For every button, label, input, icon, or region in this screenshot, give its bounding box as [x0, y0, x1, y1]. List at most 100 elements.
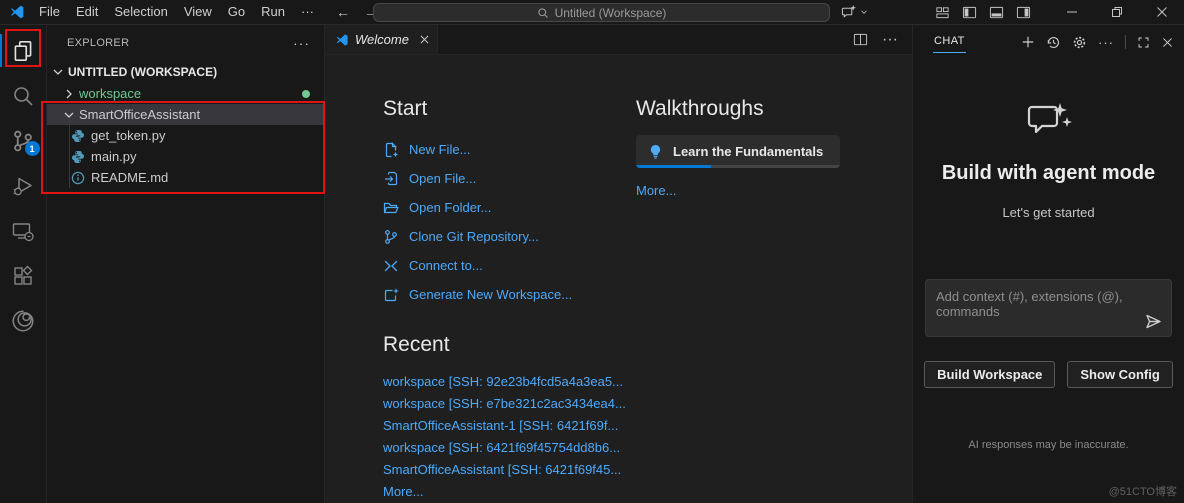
python-icon — [71, 129, 85, 143]
folder-smartofficeassistant[interactable]: SmartOfficeAssistant — [47, 104, 324, 125]
chat-tab[interactable]: CHAT — [933, 32, 966, 53]
lightbulb-icon — [649, 144, 662, 159]
recent-item[interactable]: SmartOfficeAssistant-1 [SSH: 6421f69f... — [383, 415, 636, 437]
search-placeholder: Untitled (Workspace) — [555, 6, 667, 20]
file-readme-md-label: README.md — [91, 170, 168, 185]
walkthrough-card-label: Learn the Fundamentals — [673, 144, 823, 159]
file-main-py-label: main.py — [91, 149, 137, 164]
file-readme-md[interactable]: README.md — [47, 167, 324, 188]
start-open-file[interactable]: Open File... — [383, 164, 636, 193]
start-new-file[interactable]: New File... — [383, 135, 636, 164]
remote-connect-icon — [383, 258, 399, 274]
menu-file[interactable]: File — [31, 0, 68, 24]
menu-selection[interactable]: Selection — [106, 0, 175, 24]
copilot-icon — [841, 4, 856, 19]
run-debug-icon — [11, 174, 35, 198]
menu-run[interactable]: Run — [253, 0, 293, 24]
watermark: @51CTO博客 — [1109, 483, 1177, 499]
new-chat-icon[interactable] — [1021, 35, 1035, 49]
chat-heading: Build with agent mode — [913, 162, 1184, 185]
indent-guide — [69, 167, 70, 188]
menu-go[interactable]: Go — [220, 0, 253, 24]
menu-overflow[interactable]: ··· — [293, 0, 322, 24]
folder-smartofficeassistant-label: SmartOfficeAssistant — [79, 107, 200, 122]
activity-extensions[interactable] — [0, 253, 47, 298]
activity-search[interactable] — [0, 73, 47, 118]
send-icon[interactable] — [1145, 314, 1162, 329]
git-branch-icon — [383, 229, 399, 245]
recent-more-link[interactable]: More... — [383, 481, 636, 503]
tab-welcome[interactable]: Welcome — [325, 25, 438, 54]
chat-disclaimer: AI responses may be inaccurate. — [913, 439, 1184, 451]
activity-run-debug[interactable] — [0, 163, 47, 208]
nav-back-icon[interactable]: ← — [336, 4, 350, 20]
toggle-primary-sidebar-icon[interactable] — [962, 5, 977, 20]
menu-view[interactable]: View — [176, 0, 220, 24]
search-icon — [537, 7, 549, 19]
chevron-down-icon — [50, 64, 66, 80]
folder-workspace[interactable]: workspace — [47, 83, 324, 104]
walkthroughs-more-link[interactable]: More... — [636, 183, 912, 198]
start-generate-workspace[interactable]: Generate New Workspace... — [383, 280, 636, 309]
file-main-py[interactable]: main.py — [47, 146, 324, 167]
close-panel-icon[interactable] — [1161, 36, 1174, 49]
chat-header: CHAT ··· — [913, 25, 1184, 59]
start-connect-to[interactable]: Connect to... — [383, 251, 636, 280]
customize-layout-icon[interactable] — [935, 5, 950, 20]
explorer-actions-more[interactable]: ··· — [293, 35, 310, 51]
close-window-button[interactable] — [1139, 0, 1184, 24]
gear-icon[interactable] — [1072, 35, 1087, 50]
activity-custom-extension[interactable] — [0, 298, 47, 343]
search-icon — [11, 84, 35, 108]
recent-item[interactable]: workspace [SSH: 92e23b4fcd5a4a3ea5... — [383, 371, 636, 393]
chat-panel: CHAT ··· — [912, 25, 1184, 503]
recent-item[interactable]: SmartOfficeAssistant [SSH: 6421f69f45... — [383, 459, 636, 481]
chat-input[interactable] — [926, 280, 1171, 336]
copilot-chat-icon — [1026, 101, 1072, 141]
vscode-logo-icon — [9, 4, 25, 20]
walkthrough-progress-fill — [636, 165, 711, 168]
activity-source-control[interactable]: 1 — [0, 118, 47, 163]
python-icon — [71, 150, 85, 164]
chevron-right-icon — [61, 86, 77, 102]
editor-actions-more[interactable]: ··· — [882, 31, 898, 49]
start-open-folder[interactable]: Open Folder... — [383, 193, 636, 222]
minimize-button[interactable] — [1049, 0, 1094, 24]
split-editor-icon[interactable] — [853, 32, 868, 47]
folder-workspace-label: workspace — [79, 86, 141, 101]
open-file-icon — [383, 171, 399, 187]
copilot-menu[interactable] — [841, 4, 869, 19]
recent-item[interactable]: workspace [SSH: 6421f69f45754dd8b6... — [383, 437, 636, 459]
toggle-panel-icon[interactable] — [989, 5, 1004, 20]
show-config-button[interactable]: Show Config — [1067, 361, 1172, 388]
activity-bar: 1 — [0, 25, 47, 503]
tab-bar: Welcome ··· — [325, 25, 912, 55]
command-center-search[interactable]: Untitled (Workspace) — [373, 3, 830, 22]
menu-edit[interactable]: Edit — [68, 0, 106, 24]
spiral-icon — [10, 308, 36, 334]
indent-guide — [69, 146, 70, 167]
start-new-file-label: New File... — [409, 142, 470, 157]
activity-explorer[interactable] — [0, 28, 47, 73]
start-open-file-label: Open File... — [409, 171, 476, 186]
tab-close-icon[interactable] — [420, 35, 429, 44]
start-clone-git[interactable]: Clone Git Repository... — [383, 222, 636, 251]
chat-more-icon[interactable]: ··· — [1098, 35, 1114, 50]
walkthrough-progress-track — [636, 165, 840, 168]
scm-badge: 1 — [25, 141, 40, 156]
restore-button[interactable] — [1094, 0, 1139, 24]
maximize-panel-icon[interactable] — [1137, 36, 1150, 49]
recent-heading: Recent — [383, 333, 636, 357]
file-get-token-py[interactable]: get_token.py — [47, 125, 324, 146]
activity-remote-explorer[interactable] — [0, 208, 47, 253]
titlebar: File Edit Selection View Go Run ··· ← → … — [0, 0, 1184, 25]
build-workspace-button[interactable]: Build Workspace — [924, 361, 1055, 388]
workspace-section-header[interactable]: UNTITLED (WORKSPACE) — [47, 60, 324, 83]
history-icon[interactable] — [1046, 35, 1061, 50]
chevron-down-icon — [859, 7, 869, 17]
info-icon — [71, 171, 85, 185]
walkthrough-learn-fundamentals[interactable]: Learn the Fundamentals — [636, 135, 840, 168]
welcome-page: Start New File... Open File... — [325, 55, 912, 503]
toggle-secondary-sidebar-icon[interactable] — [1016, 5, 1031, 20]
recent-item[interactable]: workspace [SSH: e7be321c2ac3434ea4... — [383, 393, 636, 415]
